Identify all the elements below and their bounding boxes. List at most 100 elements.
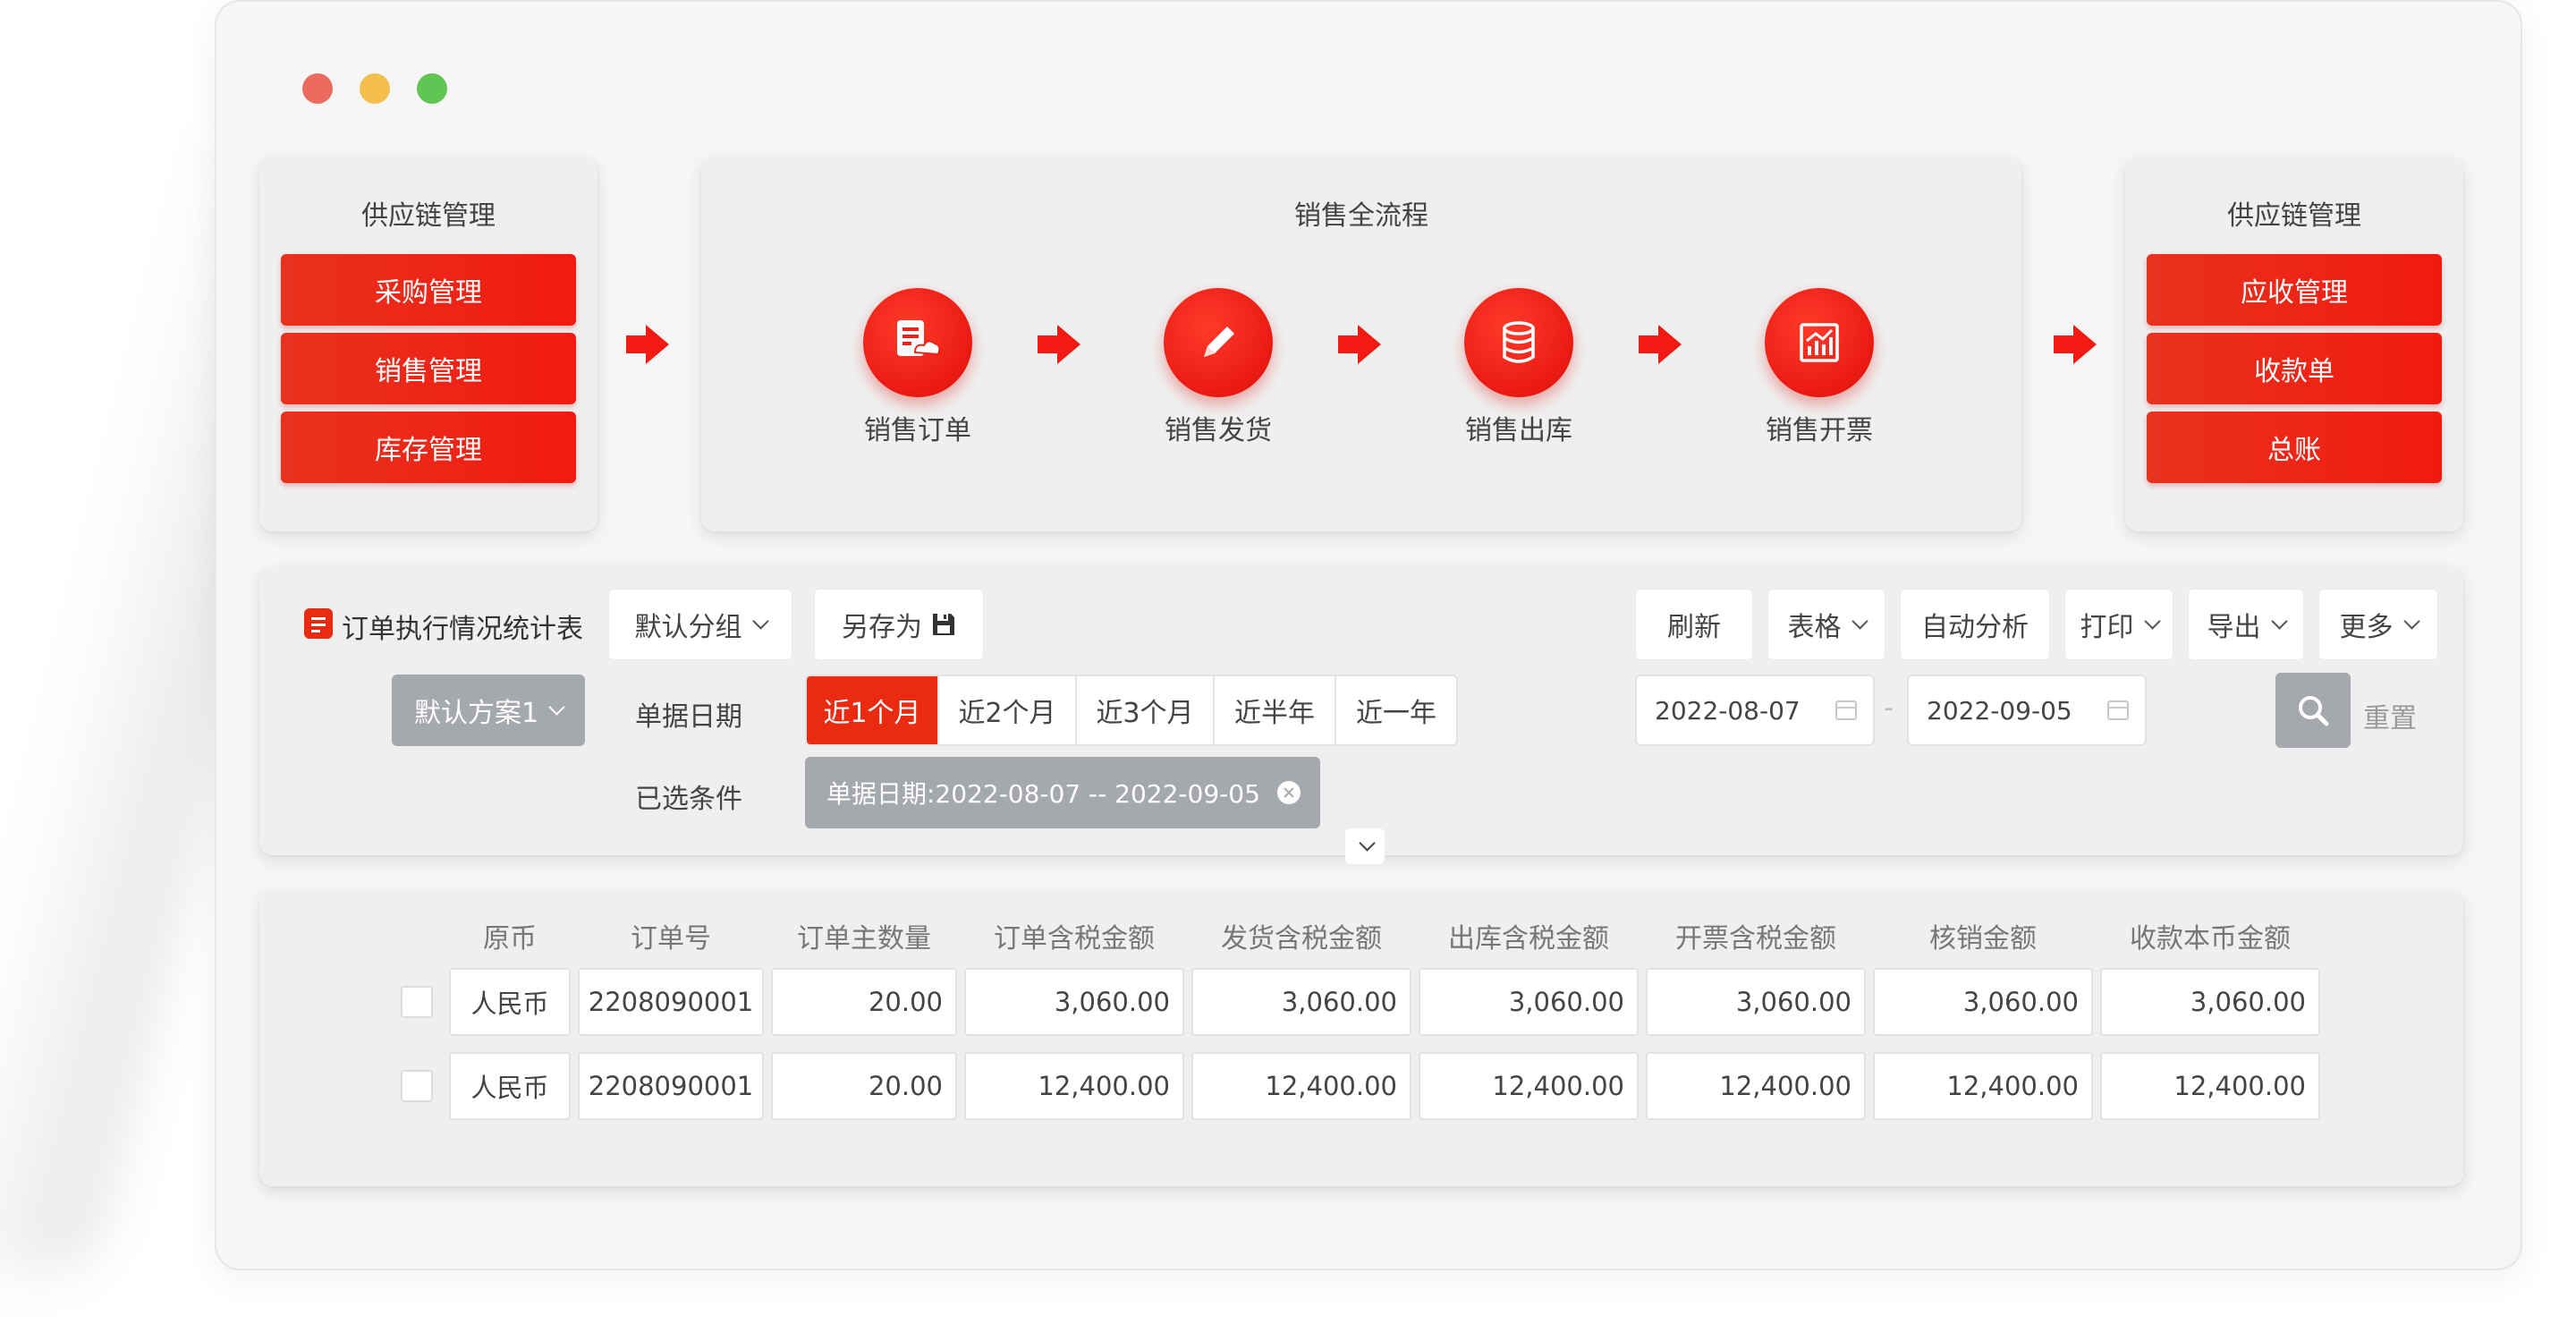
purchase-management-button[interactable]: 采购管理 (281, 254, 576, 326)
arrow-right-icon (1639, 325, 1683, 364)
button-label: 表格 (1787, 612, 1842, 643)
reset-link[interactable]: 重置 (2363, 696, 2417, 735)
button-label: 另存为 (842, 612, 922, 643)
table-cell: 12,400.00 (1646, 1052, 1866, 1120)
step-label: 销售订单 (864, 415, 971, 446)
table-cell: 12,400.00 (964, 1052, 1184, 1120)
chevron-down-icon (2143, 612, 2161, 630)
receivables-management-button[interactable]: 应收管理 (2147, 254, 2442, 326)
table-cell: 2208090001 (578, 1052, 764, 1120)
date-label: 单据日期 (635, 701, 742, 733)
column-header-writeoff-amount: 核销金额 (1929, 923, 2037, 955)
supply-chain-panel-left: 供应链管理 采购管理 销售管理 库存管理 (259, 157, 597, 531)
table-cell: 人民币 (449, 1052, 571, 1120)
table-dropdown[interactable]: 表格 (1767, 589, 1885, 660)
arrow-right-icon (2054, 325, 2098, 364)
flow-step-sales-outbound[interactable]: 销售出库 (1429, 288, 1608, 447)
minimize-window-button[interactable] (360, 73, 390, 104)
maximize-window-button[interactable] (417, 73, 447, 104)
flow-step-sales-invoice[interactable]: 销售开票 (1730, 288, 1909, 447)
search-button[interactable] (2275, 673, 2351, 748)
chevron-down-icon (1851, 612, 1868, 630)
arrow-right-icon (1338, 325, 1383, 364)
flow-step-sales-order[interactable]: 销售订单 (828, 288, 1007, 447)
button-label: 打印 (2080, 612, 2134, 643)
table-cell: 12,400.00 (1191, 1052, 1411, 1120)
general-ledger-button[interactable]: 总账 (2147, 412, 2442, 483)
default-group-dropdown[interactable]: 默认分组 (608, 589, 792, 660)
date-from-value: 2022-08-07 (1655, 695, 1801, 726)
button-label: 默认方案1 (413, 698, 539, 729)
supply-chain-panel-right: 供应链管理 应收管理 收款单 总账 (2125, 157, 2463, 531)
row-checkbox[interactable] (401, 1070, 433, 1102)
chevron-down-icon (751, 612, 769, 630)
panel-title: 供应链管理 (361, 200, 496, 232)
column-header-order-quantity: 订单主数量 (797, 923, 931, 955)
column-header-order-number: 订单号 (631, 923, 711, 955)
clear-condition-icon[interactable] (1277, 781, 1301, 804)
panel-title: 销售全流程 (1294, 200, 1428, 232)
refresh-button[interactable]: 刷新 (1635, 589, 1753, 660)
table-cell: 3,060.00 (964, 968, 1184, 1036)
plan-dropdown[interactable]: 默认方案1 (392, 675, 585, 746)
table-cell: 3,060.00 (1419, 968, 1639, 1036)
date-separator: - (1884, 692, 1894, 724)
database-icon (1464, 288, 1573, 397)
calendar-icon (2107, 700, 2129, 720)
chevron-down-icon (548, 698, 565, 716)
date-range-selector: 近1个月 近2个月 近3个月 近半年 近一年 (805, 675, 1458, 746)
column-header-outbound-amount: 出库含税金额 (1448, 923, 1609, 955)
date-option-half-year[interactable]: 近半年 (1215, 676, 1336, 744)
column-header-delivery-amount: 发货含税金额 (1221, 923, 1382, 955)
table-cell: 2208090001 (578, 968, 764, 1036)
step-label: 销售发货 (1165, 415, 1272, 446)
export-dropdown[interactable]: 导出 (2188, 589, 2304, 660)
column-header-currency: 原币 (483, 923, 537, 955)
date-from-input[interactable]: 2022-08-07 (1635, 675, 1875, 746)
date-option-one-year[interactable]: 近一年 (1336, 676, 1456, 744)
column-header-order-amount: 订单含税金额 (994, 923, 1155, 955)
column-header-invoice-amount: 开票含税金额 (1675, 923, 1836, 955)
date-option-1-month[interactable]: 近1个月 (807, 676, 939, 744)
sales-flow-panel: 销售全流程 销售订单 销售发货 销售出库 销售开票 (701, 157, 2021, 531)
collapse-toggle[interactable] (1345, 828, 1385, 864)
arrow-right-icon (1038, 325, 1082, 364)
date-option-2-months[interactable]: 近2个月 (939, 676, 1077, 744)
sales-management-button[interactable]: 销售管理 (281, 333, 576, 404)
report-icon (304, 608, 333, 639)
chart-icon (1765, 288, 1874, 397)
selected-conditions-label: 已选条件 (635, 784, 742, 815)
flow-step-sales-delivery[interactable]: 销售发货 (1129, 288, 1308, 447)
app-window: 供应链管理 采购管理 销售管理 库存管理 销售全流程 销售订单 销售发货 销售出… (215, 0, 2522, 1270)
button-label: 默认分组 (634, 612, 742, 643)
table-cell: 3,060.00 (1873, 968, 2093, 1036)
inventory-management-button[interactable]: 库存管理 (281, 412, 576, 483)
close-window-button[interactable] (302, 73, 333, 104)
print-dropdown[interactable]: 打印 (2064, 589, 2174, 660)
chip-text: 单据日期:2022-08-07 -- 2022-09-05 (826, 779, 1260, 809)
auto-analysis-button[interactable]: 自动分析 (1900, 589, 2050, 660)
step-label: 销售出库 (1465, 415, 1572, 446)
column-header-receipt-amount: 收款本币金额 (2130, 923, 2291, 955)
search-icon (2299, 696, 2329, 726)
date-to-input[interactable]: 2022-09-05 (1907, 675, 2147, 746)
date-to-value: 2022-09-05 (1927, 695, 2072, 726)
chevron-down-icon (1358, 834, 1376, 852)
table-cell: 人民币 (449, 968, 571, 1036)
date-option-3-months[interactable]: 近3个月 (1077, 676, 1215, 744)
save-as-button[interactable]: 另存为 (814, 589, 984, 660)
arrow-right-icon (626, 325, 671, 364)
pencil-icon (1164, 288, 1273, 397)
chevron-down-icon (2402, 612, 2420, 630)
table-cell: 20.00 (771, 968, 957, 1036)
row-checkbox[interactable] (401, 986, 433, 1018)
button-label: 更多 (2339, 612, 2394, 643)
table-cell: 3,060.00 (1191, 968, 1411, 1036)
receipt-button[interactable]: 收款单 (2147, 333, 2442, 404)
selected-condition-chip[interactable]: 单据日期:2022-08-07 -- 2022-09-05 (805, 757, 1320, 828)
table-cell: 12,400.00 (1419, 1052, 1639, 1120)
button-label: 导出 (2207, 612, 2261, 643)
data-table-panel: 原币 订单号 订单主数量 订单含税金额 发货含税金额 出库含税金额 开票含税金额… (259, 891, 2463, 1186)
more-dropdown[interactable]: 更多 (2318, 589, 2438, 660)
calendar-icon (1835, 700, 1857, 720)
